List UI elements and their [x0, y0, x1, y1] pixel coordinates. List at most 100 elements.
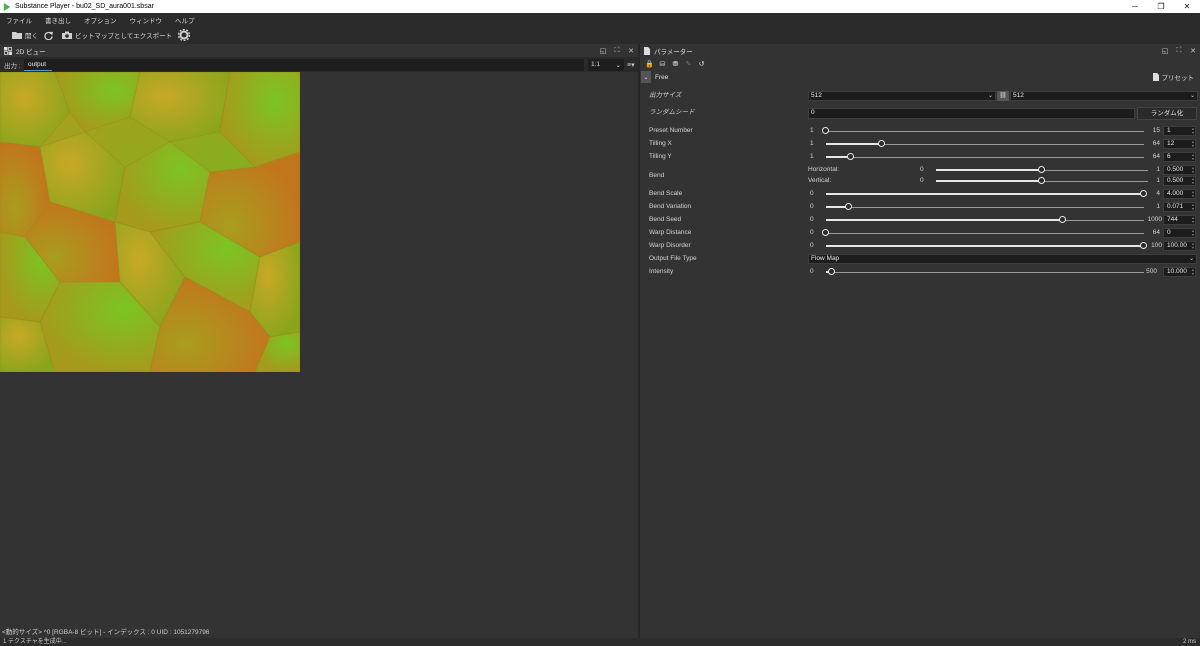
spinner-icon[interactable]: ▴ ▾ — [1192, 153, 1194, 161]
link-icon[interactable]: ⛓ — [997, 91, 1009, 101]
collapse-chevron-icon[interactable]: ⌄ — [641, 71, 651, 83]
tilling-x-value-input[interactable]: 12 ▴ ▾ — [1163, 139, 1196, 149]
edit-icon[interactable]: ✎ — [682, 60, 695, 68]
spinner-icon[interactable]: ▴ ▾ — [1192, 190, 1194, 198]
menu-file[interactable]: ファイル — [6, 15, 32, 25]
maximize-panel-icon[interactable]: ⛶ — [1172, 47, 1186, 55]
warp-disorder-handle[interactable] — [1140, 242, 1147, 249]
warp-distance-handle[interactable] — [822, 229, 829, 236]
output-size-y-select[interactable]: 512 ⌄ — [1010, 91, 1198, 101]
bend-seed-value-input[interactable]: 744 ▴ ▾ — [1163, 215, 1196, 225]
reset-icon[interactable]: ↺ — [695, 60, 708, 68]
status-timing: 2 ms — [1182, 639, 1196, 645]
undock-icon[interactable]: ◱ — [596, 47, 610, 55]
spinner-icon[interactable]: ▴ ▾ — [1192, 166, 1194, 174]
spinner-icon[interactable]: ▴ ▾ — [1192, 140, 1194, 148]
output-file-type-select[interactable]: Flow Map ⌄ — [808, 254, 1197, 264]
warp-disorder-row: Warp Disorder 0 100 100.00 ▴ ▾ — [640, 240, 1200, 252]
warp-disorder-value-input[interactable]: 100.00 ▴ ▾ — [1163, 241, 1196, 251]
maximize-button[interactable]: ❐ — [1148, 0, 1174, 13]
minimize-button[interactable]: ─ — [1122, 0, 1148, 13]
tilling-x-min: 1 — [810, 140, 814, 147]
tilling-y-handle[interactable] — [847, 153, 855, 160]
status-text: 1 テクスチャを生成中... — [3, 639, 67, 645]
texture-preview[interactable] — [0, 72, 300, 372]
bend-variation-handle[interactable] — [844, 203, 852, 210]
gear-icon — [178, 29, 191, 41]
bend-scale-label: Bend Scale — [649, 190, 683, 197]
close-panel-icon[interactable]: ✕ — [624, 47, 638, 55]
folder-icon — [12, 32, 22, 39]
preset-button[interactable]: プリセット — [1152, 72, 1194, 82]
warp-distance-value-input[interactable]: 0 ▴ ▾ — [1163, 228, 1196, 238]
bend-scale-min: 0 — [810, 190, 814, 197]
intensity-row: Intensity 0 500 10.000 ▴ ▾ — [640, 266, 1200, 278]
bend-variation-track[interactable] — [826, 207, 1144, 208]
export-bitmap-button[interactable]: ビットマップとしてエクスポート — [62, 30, 172, 40]
tilling-x-fill — [826, 143, 882, 145]
randomize-all-icon[interactable]: ⛁ — [656, 60, 669, 68]
preset-number-track[interactable] — [826, 131, 1144, 132]
spinner-icon[interactable]: ▴ ▾ — [1192, 127, 1194, 135]
intensity-handle[interactable] — [828, 268, 836, 275]
menu-options[interactable]: オプション — [84, 15, 117, 25]
warp-disorder-label: Warp Disorder — [649, 242, 691, 249]
refresh-button[interactable] — [44, 31, 56, 40]
randomize-button[interactable]: ランダム化 — [1137, 107, 1197, 120]
output-size-x-select[interactable]: 512 ⌄ — [808, 91, 996, 101]
settings-button[interactable] — [178, 29, 193, 41]
spinner-icon[interactable]: ▴ ▾ — [1192, 229, 1194, 237]
close-button[interactable]: ✕ — [1174, 0, 1200, 13]
maximize-panel-icon[interactable]: ⛶ — [610, 47, 624, 55]
window-title: Substance Player - bu02_SD_aura001.sbsar — [15, 3, 154, 10]
random-seed-row: ランダムシード 0 ランダム化 — [640, 107, 1200, 121]
tilling-y-value-input[interactable]: 6 ▴ ▾ — [1163, 152, 1196, 162]
bend-scale-value-input[interactable]: 4.000 ▴ ▾ — [1163, 189, 1196, 199]
warp-distance-row: Warp Distance 0 64 0 ▴ ▾ — [640, 227, 1200, 239]
menu-help[interactable]: ヘルプ — [175, 15, 195, 25]
spinner-icon[interactable]: ▴ ▾ — [1192, 203, 1194, 211]
tilling-x-value: 12 — [1167, 140, 1175, 147]
tilling-x-handle[interactable] — [877, 140, 885, 147]
spinner-icon[interactable]: ▴ ▾ — [1192, 242, 1194, 250]
chevron-down-icon: ⌄ — [615, 61, 621, 69]
spinner-icon[interactable]: ▴ ▾ — [1192, 216, 1194, 224]
bend-variation-value-input[interactable]: 0.071 ▴ ▾ — [1163, 202, 1196, 212]
chevron-down-icon: ⌄ — [1188, 256, 1194, 262]
bend-vertical-value-input[interactable]: 0.500 ▴ ▾ — [1163, 176, 1196, 186]
zoom-select[interactable]: 1:1 ⌄ — [588, 58, 624, 71]
menu-export[interactable]: 書き出し — [45, 15, 71, 25]
bend-scale-handle[interactable] — [1140, 190, 1147, 197]
preset-number-value-input[interactable]: 1 ▴ ▾ — [1163, 126, 1196, 136]
output-tab[interactable]: output — [24, 58, 52, 71]
intensity-value-input[interactable]: 10.000 ▴ ▾ — [1163, 267, 1196, 277]
channels-menu-icon[interactable]: ≡▾ — [627, 61, 635, 69]
random-seed-input[interactable]: 0 — [808, 108, 1135, 119]
warp-distance-track[interactable] — [826, 233, 1144, 234]
bend-vertical-value: 0.500 — [1167, 177, 1184, 184]
close-panel-icon[interactable]: ✕ — [1186, 47, 1200, 55]
spinner-icon[interactable]: ▴ ▾ — [1192, 177, 1194, 185]
tilling-y-row: Tilling Y 1 64 6 ▴ ▾ — [640, 151, 1200, 163]
bend-seed-handle[interactable] — [1058, 216, 1066, 223]
bend-vertical-sublabel: Vertical: — [808, 177, 832, 184]
parameters-title: パラメーター — [654, 48, 693, 56]
preset-number-value: 1 — [1167, 127, 1171, 134]
bend-horizontal-handle[interactable] — [1038, 166, 1045, 173]
bend-variation-row: Bend Variation 0 1 0.071 ▴ ▾ — [640, 201, 1200, 213]
view-2d-icon — [4, 46, 12, 55]
preset-number-handle[interactable] — [822, 127, 829, 134]
open-button[interactable]: 開く — [12, 30, 38, 40]
intensity-track[interactable] — [826, 272, 1144, 273]
save-preset-icon[interactable]: ⛃ — [669, 60, 682, 68]
spinner-icon[interactable]: ▴ ▾ — [1192, 268, 1194, 276]
bend-horizontal-value-input[interactable]: 0.500 ▴ ▾ — [1163, 165, 1196, 175]
bend-vertical-handle[interactable] — [1038, 177, 1045, 184]
undock-icon[interactable]: ◱ — [1158, 47, 1172, 55]
output-file-type-value: Flow Map — [811, 255, 840, 262]
output-label: 出力 : — [4, 62, 21, 70]
menu-window[interactable]: ウィンドウ — [130, 15, 163, 25]
output-size-label: 出力サイズ — [649, 92, 682, 99]
tilling-y-track[interactable] — [826, 157, 1144, 158]
lock-icon[interactable]: 🔒 — [643, 60, 656, 68]
